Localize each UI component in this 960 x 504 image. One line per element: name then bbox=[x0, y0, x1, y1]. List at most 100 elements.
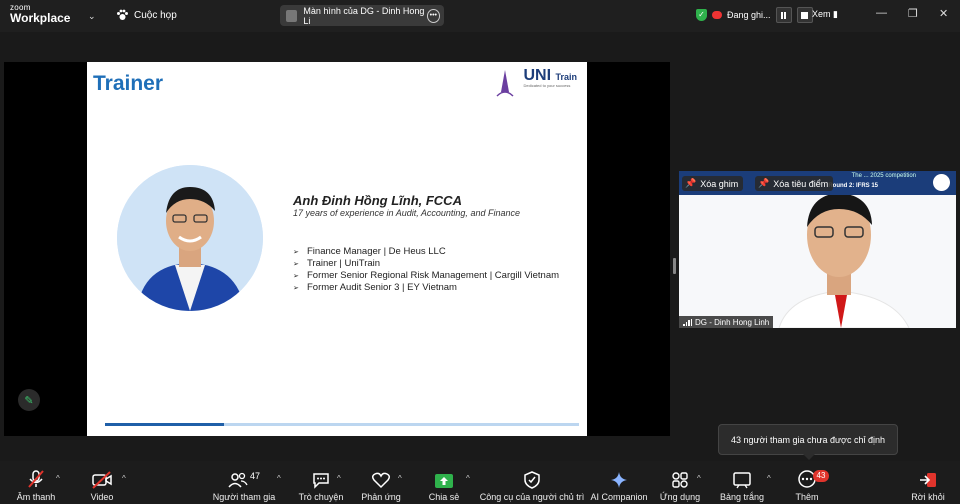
chevron-down-icon[interactable]: ⌄ bbox=[88, 11, 96, 22]
trainer-name: Anh Đinh Hồng Lĩnh, FCCA bbox=[293, 193, 462, 208]
view-label: Xem bbox=[812, 9, 831, 19]
ai-companion-button[interactable]: AI Companion bbox=[590, 461, 648, 504]
stop-recording-button[interactable] bbox=[796, 7, 813, 23]
paw-icon bbox=[117, 9, 128, 20]
annotate-pen-button[interactable]: ✎ bbox=[18, 389, 40, 411]
banner-line1: The ... 2025 competition bbox=[851, 173, 916, 179]
apps-button[interactable]: Ứng dụng bbox=[660, 461, 700, 504]
audio-options-caret[interactable]: ^ bbox=[56, 474, 60, 483]
pause-icon bbox=[781, 11, 787, 19]
video-button[interactable]: Video bbox=[82, 461, 122, 504]
title-bar: zoom Workplace ⌄ Cuộc họp Màn hình của D… bbox=[0, 0, 960, 32]
academy-logo-icon bbox=[496, 70, 514, 97]
apps-icon bbox=[672, 472, 688, 488]
shield-icon bbox=[524, 471, 540, 489]
video-options-caret[interactable]: ^ bbox=[122, 474, 126, 483]
apps-options-caret[interactable]: ^ bbox=[697, 474, 701, 483]
list-item: ➢ Finance Manager | De Heus LLC bbox=[293, 246, 559, 258]
slide-progress-fill bbox=[105, 423, 224, 426]
sharer-avatar bbox=[286, 9, 298, 22]
trainer-experience: 17 years of experience in Audit, Account… bbox=[293, 208, 520, 218]
more-options-icon[interactable]: ••• bbox=[426, 8, 440, 23]
whiteboard-icon bbox=[733, 472, 751, 489]
meeting-menu[interactable]: Cuộc họp bbox=[116, 9, 177, 21]
meeting-toolbar: Âm thanh ^ Video ^ 47 Người tham gia ^ T… bbox=[0, 461, 960, 504]
participants-icon bbox=[228, 472, 248, 488]
audio-button[interactable]: Âm thanh bbox=[15, 461, 57, 504]
close-icon[interactable]: ✕ bbox=[939, 7, 948, 20]
logo-tagline: Dedicated to your success bbox=[523, 83, 571, 88]
participants-button[interactable]: 47 Người tham gia bbox=[212, 461, 276, 504]
unpin-label: Xóa ghim bbox=[700, 178, 739, 189]
more-label: Thêm bbox=[795, 492, 819, 502]
cloud-record-icon bbox=[712, 11, 722, 19]
minimize-icon[interactable]: — bbox=[876, 7, 887, 19]
logo-line2: Workplace bbox=[10, 11, 71, 25]
logo-text: UNI bbox=[523, 67, 552, 84]
role-text: Trainer | UniTrain bbox=[307, 258, 381, 269]
microphone-muted-icon bbox=[28, 470, 44, 488]
reactions-options-caret[interactable]: ^ bbox=[398, 474, 402, 483]
view-button[interactable]: Xem ▮ bbox=[812, 9, 838, 20]
leave-icon bbox=[920, 473, 936, 487]
unspotlight-label: Xóa tiêu điểm bbox=[773, 178, 829, 189]
pause-recording-button[interactable] bbox=[775, 7, 792, 23]
share-label: Màn hình của DG - Dinh Hong Li bbox=[303, 5, 425, 26]
leave-label: Rời khỏi bbox=[911, 492, 945, 502]
restore-icon[interactable]: ❐ bbox=[908, 7, 918, 20]
unpin-button[interactable]: 📌 Xóa ghim bbox=[682, 176, 744, 191]
share-label: Chia sẻ bbox=[428, 492, 460, 502]
host-tools-button[interactable]: Công cụ của người chủ trì bbox=[480, 461, 584, 504]
screen-share-indicator[interactable]: Màn hình của DG - Dinh Hong Li ••• bbox=[280, 5, 444, 26]
participants-label: Người tham gia bbox=[212, 492, 276, 502]
zoom-logo: zoom Workplace bbox=[10, 4, 71, 25]
audio-label: Âm thanh bbox=[16, 492, 56, 502]
logo-sub: Train bbox=[555, 72, 577, 82]
pin-icon: 📌 bbox=[685, 178, 697, 188]
trainer-roles-list: ➢ Finance Manager | De Heus LLC ➢ Trainer … bbox=[293, 246, 559, 294]
recording-label: Đang ghi... bbox=[727, 10, 771, 20]
remove-spotlight-button[interactable]: 📌 Xóa tiêu điểm bbox=[755, 176, 834, 191]
whiteboard-button[interactable]: Bảng trắng bbox=[718, 461, 766, 504]
apps-label: Ứng dụng bbox=[659, 492, 701, 502]
participants-count: 47 bbox=[249, 471, 260, 481]
presentation-slide: Trainer UNI Train Dedicated to your succ… bbox=[87, 62, 587, 436]
share-screen-icon bbox=[435, 474, 453, 488]
chat-label: Trò chuyện bbox=[298, 492, 344, 502]
trainer-portrait bbox=[117, 165, 263, 311]
shield-check-icon[interactable]: ✓ bbox=[696, 9, 707, 21]
role-text: Finance Manager | De Heus LLC bbox=[307, 246, 446, 257]
ai-companion-label: AI Companion bbox=[590, 492, 648, 502]
host-tools-label: Công cụ của người chủ trì bbox=[479, 492, 585, 502]
participant-video-tile[interactable]: The ... 2025 competition Round 2: IFRS 1… bbox=[679, 171, 956, 328]
whiteboard-options-caret[interactable]: ^ bbox=[767, 474, 771, 483]
unitrain-logo: UNI Train Dedicated to your success bbox=[493, 68, 577, 102]
pencil-icon: ✎ bbox=[24, 394, 34, 407]
video-label: Video bbox=[90, 492, 114, 502]
resize-handle[interactable] bbox=[673, 258, 676, 274]
share-options-caret[interactable]: ^ bbox=[466, 474, 470, 483]
list-item: ➢ Former Senior Regional Risk Management … bbox=[293, 270, 559, 282]
banner-line2: Round 2: IFRS 15 bbox=[828, 183, 878, 189]
meeting-label: Cuộc họp bbox=[134, 9, 177, 21]
chat-options-caret[interactable]: ^ bbox=[337, 474, 341, 483]
more-button[interactable]: Thêm bbox=[790, 461, 824, 504]
recording-status: ✓ Đang ghi... bbox=[696, 7, 813, 23]
unassigned-participants-tooltip: 43 người tham gia chưa được chỉ định bbox=[718, 424, 898, 460]
role-text: Former Senior Regional Risk Management |… bbox=[307, 270, 560, 281]
chat-icon bbox=[313, 473, 329, 489]
trainer-photo bbox=[117, 165, 263, 311]
leave-button[interactable]: Rời khỏi bbox=[908, 461, 948, 504]
more-notification-badge: 43 bbox=[813, 470, 829, 482]
view-layout-icon: ▮ bbox=[833, 9, 838, 19]
participant-name: DG - Dinh Hong Linh bbox=[695, 317, 770, 327]
share-button[interactable]: Chia sẻ bbox=[426, 461, 462, 504]
participants-options-caret[interactable]: ^ bbox=[277, 474, 281, 483]
camera-off-icon bbox=[92, 471, 112, 489]
reactions-button[interactable]: Phản ứng bbox=[360, 461, 402, 504]
sparkle-icon bbox=[611, 472, 627, 488]
banner-logo bbox=[933, 174, 950, 191]
reactions-label: Phản ứng bbox=[361, 492, 401, 502]
heart-icon bbox=[371, 472, 391, 489]
list-item: ➢ Trainer | UniTrain bbox=[293, 258, 559, 270]
